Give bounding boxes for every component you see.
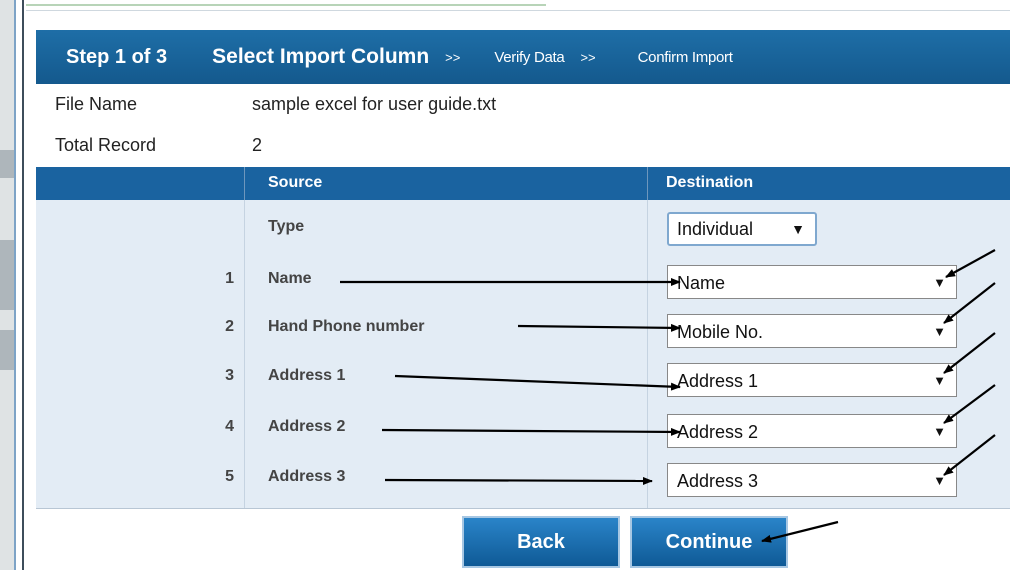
type-select-value: Individual	[677, 219, 754, 239]
column-divider	[647, 167, 648, 200]
step-separator: >>	[445, 49, 461, 65]
source-field: Hand Phone number	[268, 318, 425, 335]
source-field: Name	[268, 270, 312, 287]
step-indicator: Step 1 of 3	[66, 45, 168, 68]
window-edge-mark	[0, 330, 14, 370]
mapping-table-body	[36, 200, 1010, 508]
destination-select-value: Name	[677, 273, 726, 293]
total-record-label: Total Record	[55, 135, 157, 155]
destination-select[interactable]: Name ▼	[667, 265, 957, 299]
caret-down-icon: ▼	[933, 324, 946, 339]
final-step-label: Confirm Import	[637, 48, 733, 66]
current-step-title: Select Import Column	[212, 45, 430, 68]
file-name-label: File Name	[55, 94, 138, 114]
top-rule-2	[26, 10, 1010, 11]
row-number: 3	[225, 367, 234, 384]
source-field: Address 2	[268, 418, 346, 435]
column-divider	[244, 167, 245, 200]
caret-down-icon: ▼	[933, 373, 946, 388]
row-number: 4	[225, 418, 234, 435]
source-field: Address 3	[268, 468, 346, 485]
file-name-value: sample excel for user guide.txt	[252, 94, 497, 114]
table-bottom-border	[36, 508, 1010, 509]
column-divider	[244, 200, 245, 508]
caret-down-icon: ▼	[933, 424, 946, 439]
caret-down-icon: ▼	[933, 473, 946, 488]
destination-select-value: Mobile No.	[677, 322, 764, 342]
window-edge-mark	[0, 240, 14, 310]
source-column-header: Source	[268, 174, 323, 191]
destination-select[interactable]: Address 2 ▼	[667, 414, 957, 448]
window-border-dark	[22, 0, 24, 570]
destination-column-header: Destination	[666, 174, 754, 191]
row-number: 5	[225, 468, 234, 485]
window-border	[14, 0, 16, 570]
step-separator: >>	[580, 49, 596, 65]
caret-down-icon: ▼	[933, 275, 946, 290]
destination-select[interactable]: Address 1 ▼	[667, 363, 957, 397]
next-step-label: Verify Data	[494, 48, 565, 66]
type-label: Type	[268, 218, 305, 235]
destination-select[interactable]: Address 3 ▼	[667, 463, 957, 497]
destination-select-value: Address 3	[677, 471, 759, 491]
destination-select-value: Address 1	[677, 371, 759, 391]
caret-down-icon: ▼	[791, 221, 805, 237]
type-select[interactable]: Individual ▼	[667, 212, 817, 246]
row-number: 1	[225, 270, 234, 287]
window-edge-mark	[0, 150, 14, 178]
mapping-table-header: Source Destination	[36, 167, 1010, 200]
row-number: 2	[225, 318, 234, 335]
total-record-value: 2	[252, 135, 263, 155]
column-divider	[647, 200, 648, 508]
back-button[interactable]: Back	[462, 516, 620, 568]
continue-button[interactable]: Continue	[630, 516, 788, 568]
wizard-step-bar: Step 1 of 3 Select Import Column >> Veri…	[36, 30, 1010, 84]
source-field: Address 1	[268, 367, 346, 384]
top-rule	[26, 4, 546, 6]
destination-select[interactable]: Mobile No. ▼	[667, 314, 957, 348]
destination-select-value: Address 2	[677, 422, 759, 442]
